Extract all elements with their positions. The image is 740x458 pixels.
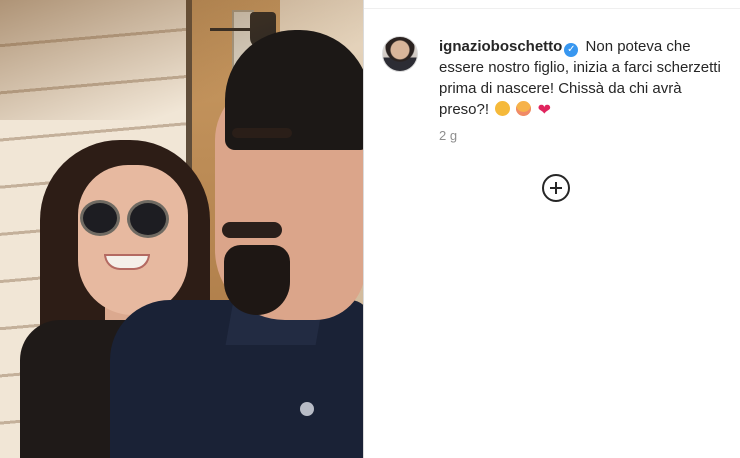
red-heart-emoji: ❤ xyxy=(537,102,551,119)
post-caption: ignazioboschetto ✓ Non poteva che essere … xyxy=(439,36,729,121)
sunglasses-right-lens xyxy=(127,200,169,238)
username-link[interactable]: ignazioboschetto xyxy=(439,38,562,55)
plus-circle-icon[interactable] xyxy=(542,174,570,202)
sunglasses-left-lens xyxy=(80,200,120,236)
profile-avatar[interactable] xyxy=(382,36,418,72)
man-beard xyxy=(224,245,290,315)
shirt-button xyxy=(300,402,314,416)
flushed-face-emoji xyxy=(516,101,532,116)
panel-top-border xyxy=(364,8,740,9)
thinking-face-emoji xyxy=(495,101,511,116)
woman-face xyxy=(78,165,188,315)
verified-badge-icon: ✓ xyxy=(564,43,579,57)
man-eyebrow xyxy=(232,128,292,138)
post-timestamp[interactable]: 2 g xyxy=(439,128,457,143)
post-media-photo[interactable] xyxy=(0,0,363,458)
man-moustache xyxy=(222,222,282,238)
